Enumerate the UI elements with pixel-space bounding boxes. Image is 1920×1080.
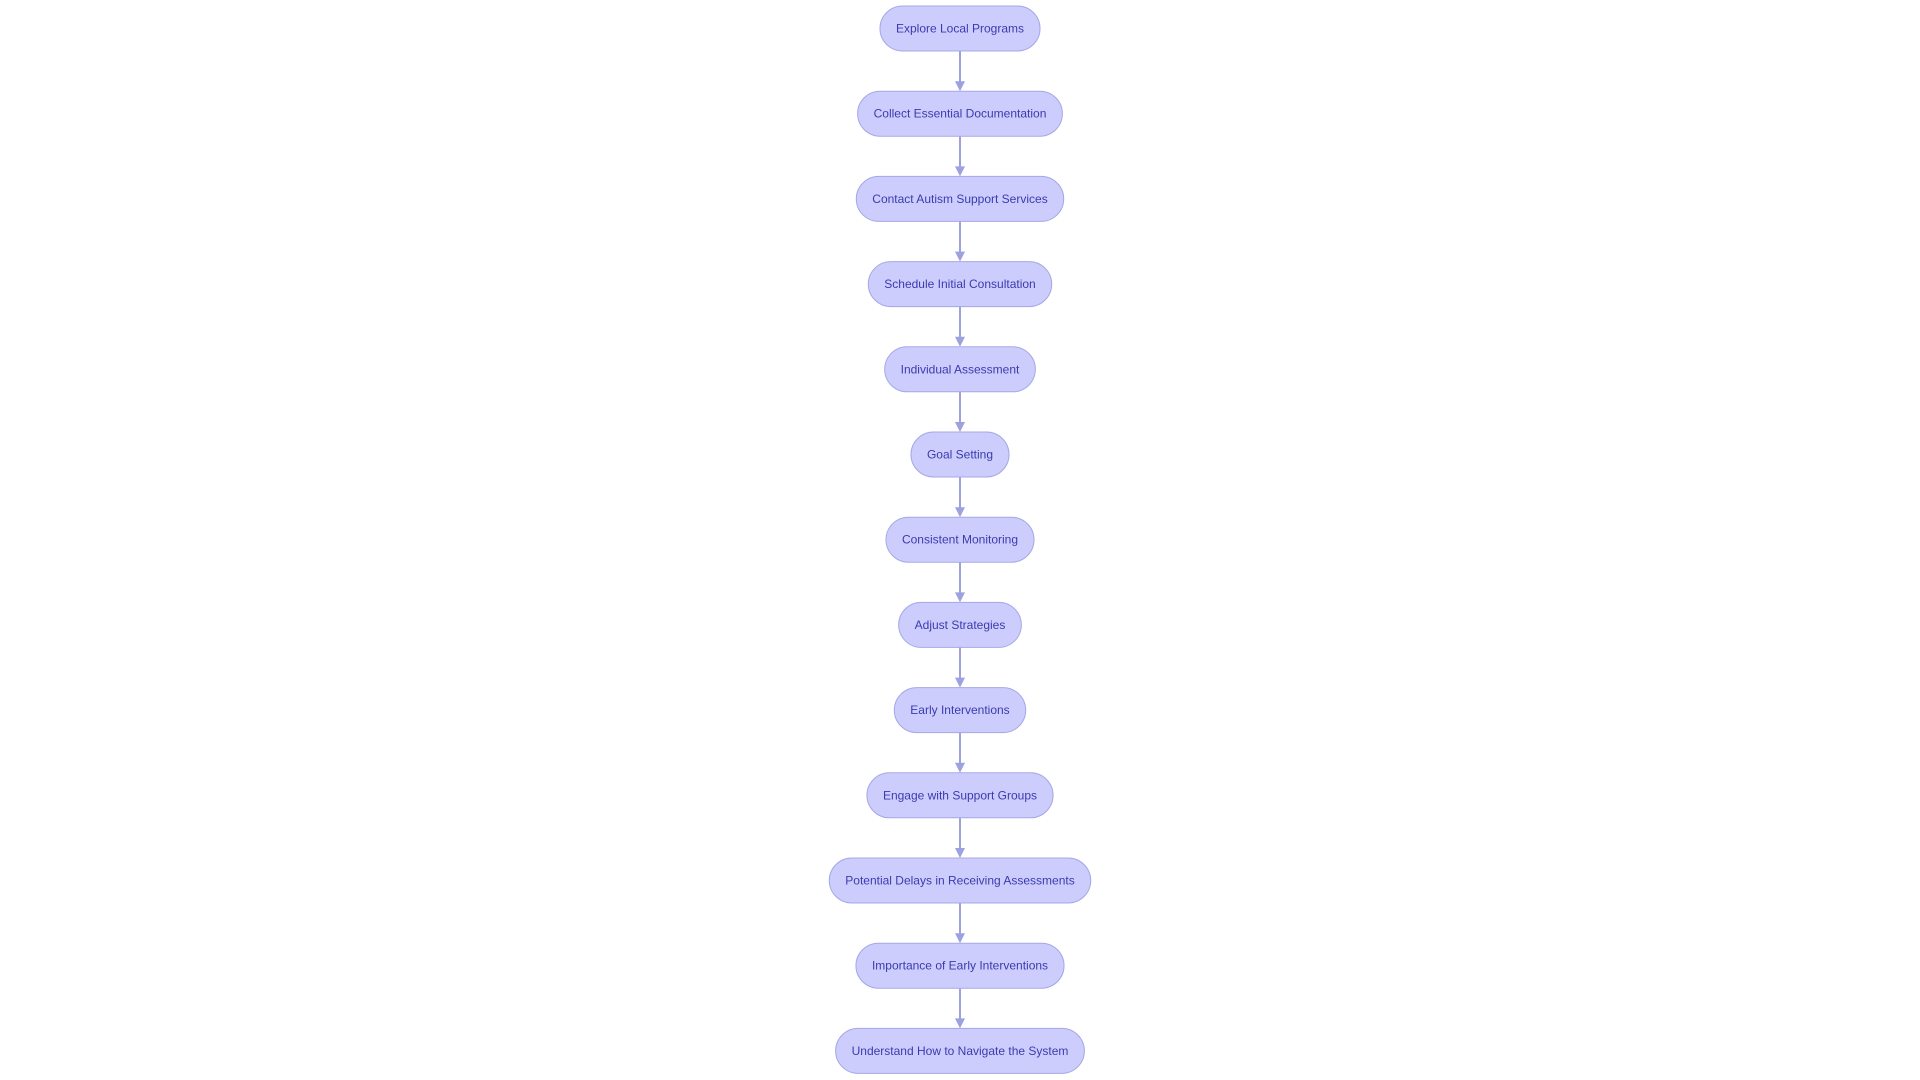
node-label: Schedule Initial Consultation — [884, 277, 1035, 291]
flow-node-n5: Individual Assessment — [884, 346, 1036, 393]
arrowhead-icon — [955, 762, 965, 773]
flow-edge-n11-n12 — [955, 903, 965, 944]
flow-edge-n2-n3 — [955, 136, 965, 177]
arrowhead-icon — [955, 507, 965, 518]
flow-edge-n3-n4 — [955, 221, 965, 262]
node-label: Contact Autism Support Services — [872, 192, 1047, 206]
node-label: Engage with Support Groups — [883, 788, 1037, 802]
flow-edge-n10-n11 — [955, 817, 965, 858]
node-label: Adjust Strategies — [915, 618, 1006, 632]
arrowhead-icon — [955, 592, 965, 603]
flow-node-n13: Understand How to Navigate the System — [835, 1027, 1085, 1074]
arrowhead-icon — [955, 251, 965, 262]
node-label: Individual Assessment — [901, 362, 1020, 376]
flow-node-n3: Contact Autism Support Services — [855, 175, 1065, 222]
flow-edge-n5-n6 — [955, 391, 965, 432]
flow-node-n11: Potential Delays in Receiving Assessment… — [828, 857, 1092, 904]
flow-edge-n6-n7 — [955, 477, 965, 518]
flow-node-n12: Importance of Early Interventions — [855, 942, 1065, 989]
flow-node-n10: Engage with Support Groups — [866, 772, 1054, 819]
node-label: Potential Delays in Receiving Assessment… — [845, 874, 1074, 888]
node-label: Understand How to Navigate the System — [852, 1044, 1069, 1058]
arrowhead-icon — [955, 81, 965, 92]
flow-node-n2: Collect Essential Documentation — [857, 90, 1063, 137]
arrowhead-icon — [955, 677, 965, 688]
node-label: Early Interventions — [910, 703, 1009, 717]
arrowhead-icon — [955, 1018, 965, 1029]
flow-edge-n1-n2 — [955, 51, 965, 92]
node-label: Consistent Monitoring — [902, 533, 1018, 547]
flow-node-n1: Explore Local Programs — [879, 5, 1041, 52]
node-label: Importance of Early Interventions — [872, 959, 1048, 973]
arrowhead-icon — [955, 848, 965, 858]
flowchart: Explore Local Programs Collect Essential … — [828, 5, 1092, 1074]
flow-edge-n7-n8 — [955, 562, 965, 603]
arrowhead-icon — [955, 166, 965, 177]
flow-edge-n8-n9 — [955, 647, 965, 688]
arrowhead-icon — [955, 422, 965, 432]
node-label: Goal Setting — [927, 448, 993, 462]
flow-node-n7: Consistent Monitoring — [885, 516, 1035, 563]
arrowhead-icon — [955, 933, 965, 944]
node-label: Collect Essential Documentation — [874, 107, 1047, 121]
flow-node-n8: Adjust Strategies — [898, 601, 1022, 648]
flow-edge-n12-n13 — [955, 988, 965, 1029]
arrowhead-icon — [955, 336, 965, 347]
node-label: Explore Local Programs — [896, 22, 1024, 36]
flow-edge-n9-n10 — [955, 732, 965, 773]
flow-node-n4: Schedule Initial Consultation — [867, 261, 1053, 308]
flow-node-n6: Goal Setting — [910, 431, 1010, 478]
flow-node-n9: Early Interventions — [893, 687, 1027, 734]
flow-edge-n4-n5 — [955, 306, 965, 347]
